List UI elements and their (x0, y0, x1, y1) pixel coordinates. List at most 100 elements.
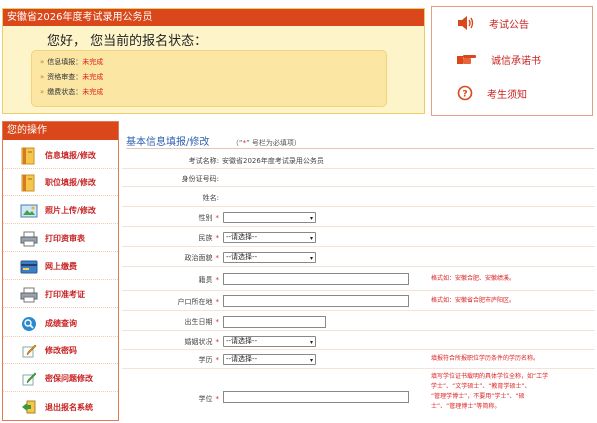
bullet-icon: » (40, 73, 45, 81)
bullet-icon: » (40, 58, 45, 66)
row-gender: 性别 * ▾ (122, 207, 595, 227)
degree-input[interactable] (223, 391, 409, 403)
origin-label: 籍贯 * (199, 275, 220, 285)
chevron-down-icon: ▾ (309, 339, 313, 346)
nation-label: 民族 * (199, 233, 220, 243)
degree-hint-line: 填写学位证书载明的具体学位全称，如“工学 (431, 373, 549, 380)
row-origin: 籍贯 * 格式如：安徽合肥、安徽绩溪。 (122, 267, 595, 291)
birth-date-label: 出生日期 * (185, 317, 220, 327)
sidebar-item-online-payment[interactable]: 网上缴费 (3, 254, 118, 280)
politics-label-text: 政治面貌 (184, 254, 213, 262)
hukou-hint: 格式如：安徽省合肥市庐阳区。 (431, 297, 516, 304)
hukou-input[interactable] (223, 295, 409, 307)
link-integrity-pledge[interactable]: 诚信承诺书 (457, 49, 541, 69)
form-header: 基本信息填报/修改 （“*” 号栏为必填项） (126, 133, 301, 148)
form-title: 基本信息填报/修改 (126, 137, 210, 148)
birth-date-input[interactable] (223, 316, 326, 328)
pencil-icon (19, 370, 39, 388)
nation-select[interactable]: --请选择-- ▾ (223, 232, 316, 243)
row-exam-name: 考试名称: 安徽省2026年度考试录用公务员 (122, 151, 595, 169)
row-politics: 政治面貌 * --请选择-- ▾ (122, 247, 595, 267)
degree-hint-line: 士”、“管理博士”等简称。 (431, 403, 501, 410)
education-select-value: --请选择-- (226, 355, 258, 363)
politics-label: 政治面貌 * (185, 253, 220, 263)
origin-label-text: 籍贯 (198, 276, 213, 284)
sidebar-item-change-password[interactable]: 修改密码 (3, 338, 118, 364)
required-mark: * (215, 214, 220, 222)
education-label-text: 学历 (198, 356, 213, 364)
marital-select[interactable]: --请选择-- ▾ (223, 336, 316, 347)
sidebar-item-label: 照片上传/修改 (45, 206, 96, 215)
sidebar-item-score-query[interactable]: 成绩查询 (3, 311, 118, 337)
link-label: 考试公告 (489, 19, 529, 31)
sidebar-item-print-review[interactable]: 打印资审表 (3, 226, 118, 252)
sidebar-item-label: 修改密码 (45, 346, 77, 355)
required-mark: * (215, 318, 220, 326)
pointing-hand-icon (457, 53, 477, 65)
sidebar-item-security-question[interactable]: 密保问题修改 (3, 366, 118, 392)
education-select[interactable]: --请选择-- ▾ (223, 354, 316, 365)
divider (126, 148, 594, 149)
row-hukou: 户口所在地 * 格式如：安徽省合肥市庐阳区。 (122, 291, 595, 311)
nation-label-text: 民族 (198, 234, 213, 242)
status-list: » 信息填报：未完成 » 资格审查：未完成 » 缴费状态：未完成 (31, 50, 387, 107)
question-icon: ? (457, 85, 473, 101)
chevron-down-icon: ▾ (309, 215, 313, 222)
sidebar: 您的操作 信息填报/修改 职位填报/修改 照片上传/修改 打印资审表 网上缴费 … (2, 121, 119, 421)
hukou-label-text: 户口所在地 (177, 298, 213, 306)
book-icon (19, 174, 39, 192)
link-exam-notice[interactable]: 考试公告 (457, 13, 529, 33)
exam-name-value: 安徽省2026年度考试录用公务员 (222, 157, 324, 165)
education-label: 学历 * (199, 355, 220, 365)
required-mark: * (215, 395, 220, 403)
id-number-label: 身份证号码: (181, 175, 219, 183)
row-name: 姓名: (122, 187, 595, 207)
origin-input[interactable] (223, 273, 409, 285)
birth-date-label-text: 出生日期 (184, 318, 213, 326)
sidebar-item-photo-upload[interactable]: 照片上传/修改 (3, 198, 118, 224)
form-note: （“*” 号栏为必填项） (232, 139, 301, 147)
form-note-close: ” 号栏为必填项） (246, 139, 301, 147)
sidebar-item-label: 信息填报/修改 (45, 151, 96, 160)
sidebar-item-label: 网上缴费 (45, 262, 77, 271)
row-id-number: 身份证号码: (122, 169, 595, 187)
status-item-label: 信息填报： (47, 58, 83, 66)
status-item-review: » 资格审查：未完成 (40, 70, 378, 85)
status-item-info: » 信息填报：未完成 (40, 55, 378, 70)
sidebar-item-info-edit[interactable]: 信息填报/修改 (3, 143, 118, 169)
nation-select-value: --请选择-- (226, 233, 258, 241)
status-greeting: 您好， 您当前的报名状态： (47, 34, 208, 49)
sidebar-item-label: 成绩查询 (45, 319, 77, 328)
degree-hint-line: 学士”、“文学硕士”、“教育学硕士”、 (431, 383, 531, 390)
card-icon (19, 258, 39, 276)
name-label: 姓名: (202, 194, 219, 202)
row-education: 学历 * --请选择-- ▾ 填报符合所报职位学历条件的学历名称。 (122, 350, 595, 369)
main-form: 基本信息填报/修改 （“*” 号栏为必填项） 考试名称: 安徽省2026年度考试… (122, 121, 595, 423)
link-label: 考生须知 (487, 89, 527, 101)
sidebar-item-position-edit[interactable]: 职位填报/修改 (3, 170, 118, 196)
sidebar-item-logout[interactable]: 退出报名系统 (3, 394, 118, 420)
required-mark: * (215, 254, 220, 262)
gender-label: 性别 * (199, 213, 220, 223)
degree-label: 学位 * (199, 394, 220, 404)
row-degree: 学位 * 填写学位证书载明的具体学位全称，如“工学 学士”、“文学硕士”、“教育学… (122, 369, 595, 423)
status-item-value: 未完成 (82, 58, 104, 66)
status-item-value: 未完成 (82, 73, 104, 81)
exit-icon (19, 398, 39, 416)
sidebar-item-print-admission[interactable]: 打印准考证 (3, 282, 118, 308)
status-item-label: 资格审查： (47, 73, 83, 81)
link-candidate-notice[interactable]: ? 考生须知 (457, 83, 527, 103)
politics-select[interactable]: --请选择-- ▾ (223, 252, 316, 263)
degree-hint: 填写学位证书载明的具体学位全称，如“工学 学士”、“文学硕士”、“教育学硕士”、… (431, 372, 548, 412)
links-panel: 考试公告 诚信承诺书 ? 考生须知 (431, 6, 593, 116)
degree-hint-line: “管理学博士”，不要用“学士”、“硕 (431, 393, 525, 400)
sidebar-item-label: 职位填报/修改 (45, 178, 96, 187)
gender-select[interactable]: ▾ (223, 212, 316, 223)
row-marital: 婚姻状况 * --请选择-- ▾ (122, 331, 595, 350)
education-hint: 填报符合所报职位学历条件的学历名称。 (431, 355, 540, 362)
gender-label-text: 性别 (198, 214, 213, 222)
status-item-label: 缴费状态： (47, 88, 83, 96)
sidebar-item-label: 打印资审表 (45, 234, 85, 243)
status-item-payment: » 缴费状态：未完成 (40, 85, 378, 100)
status-title: 安徽省2026年度考试录用公务员 (3, 9, 424, 26)
